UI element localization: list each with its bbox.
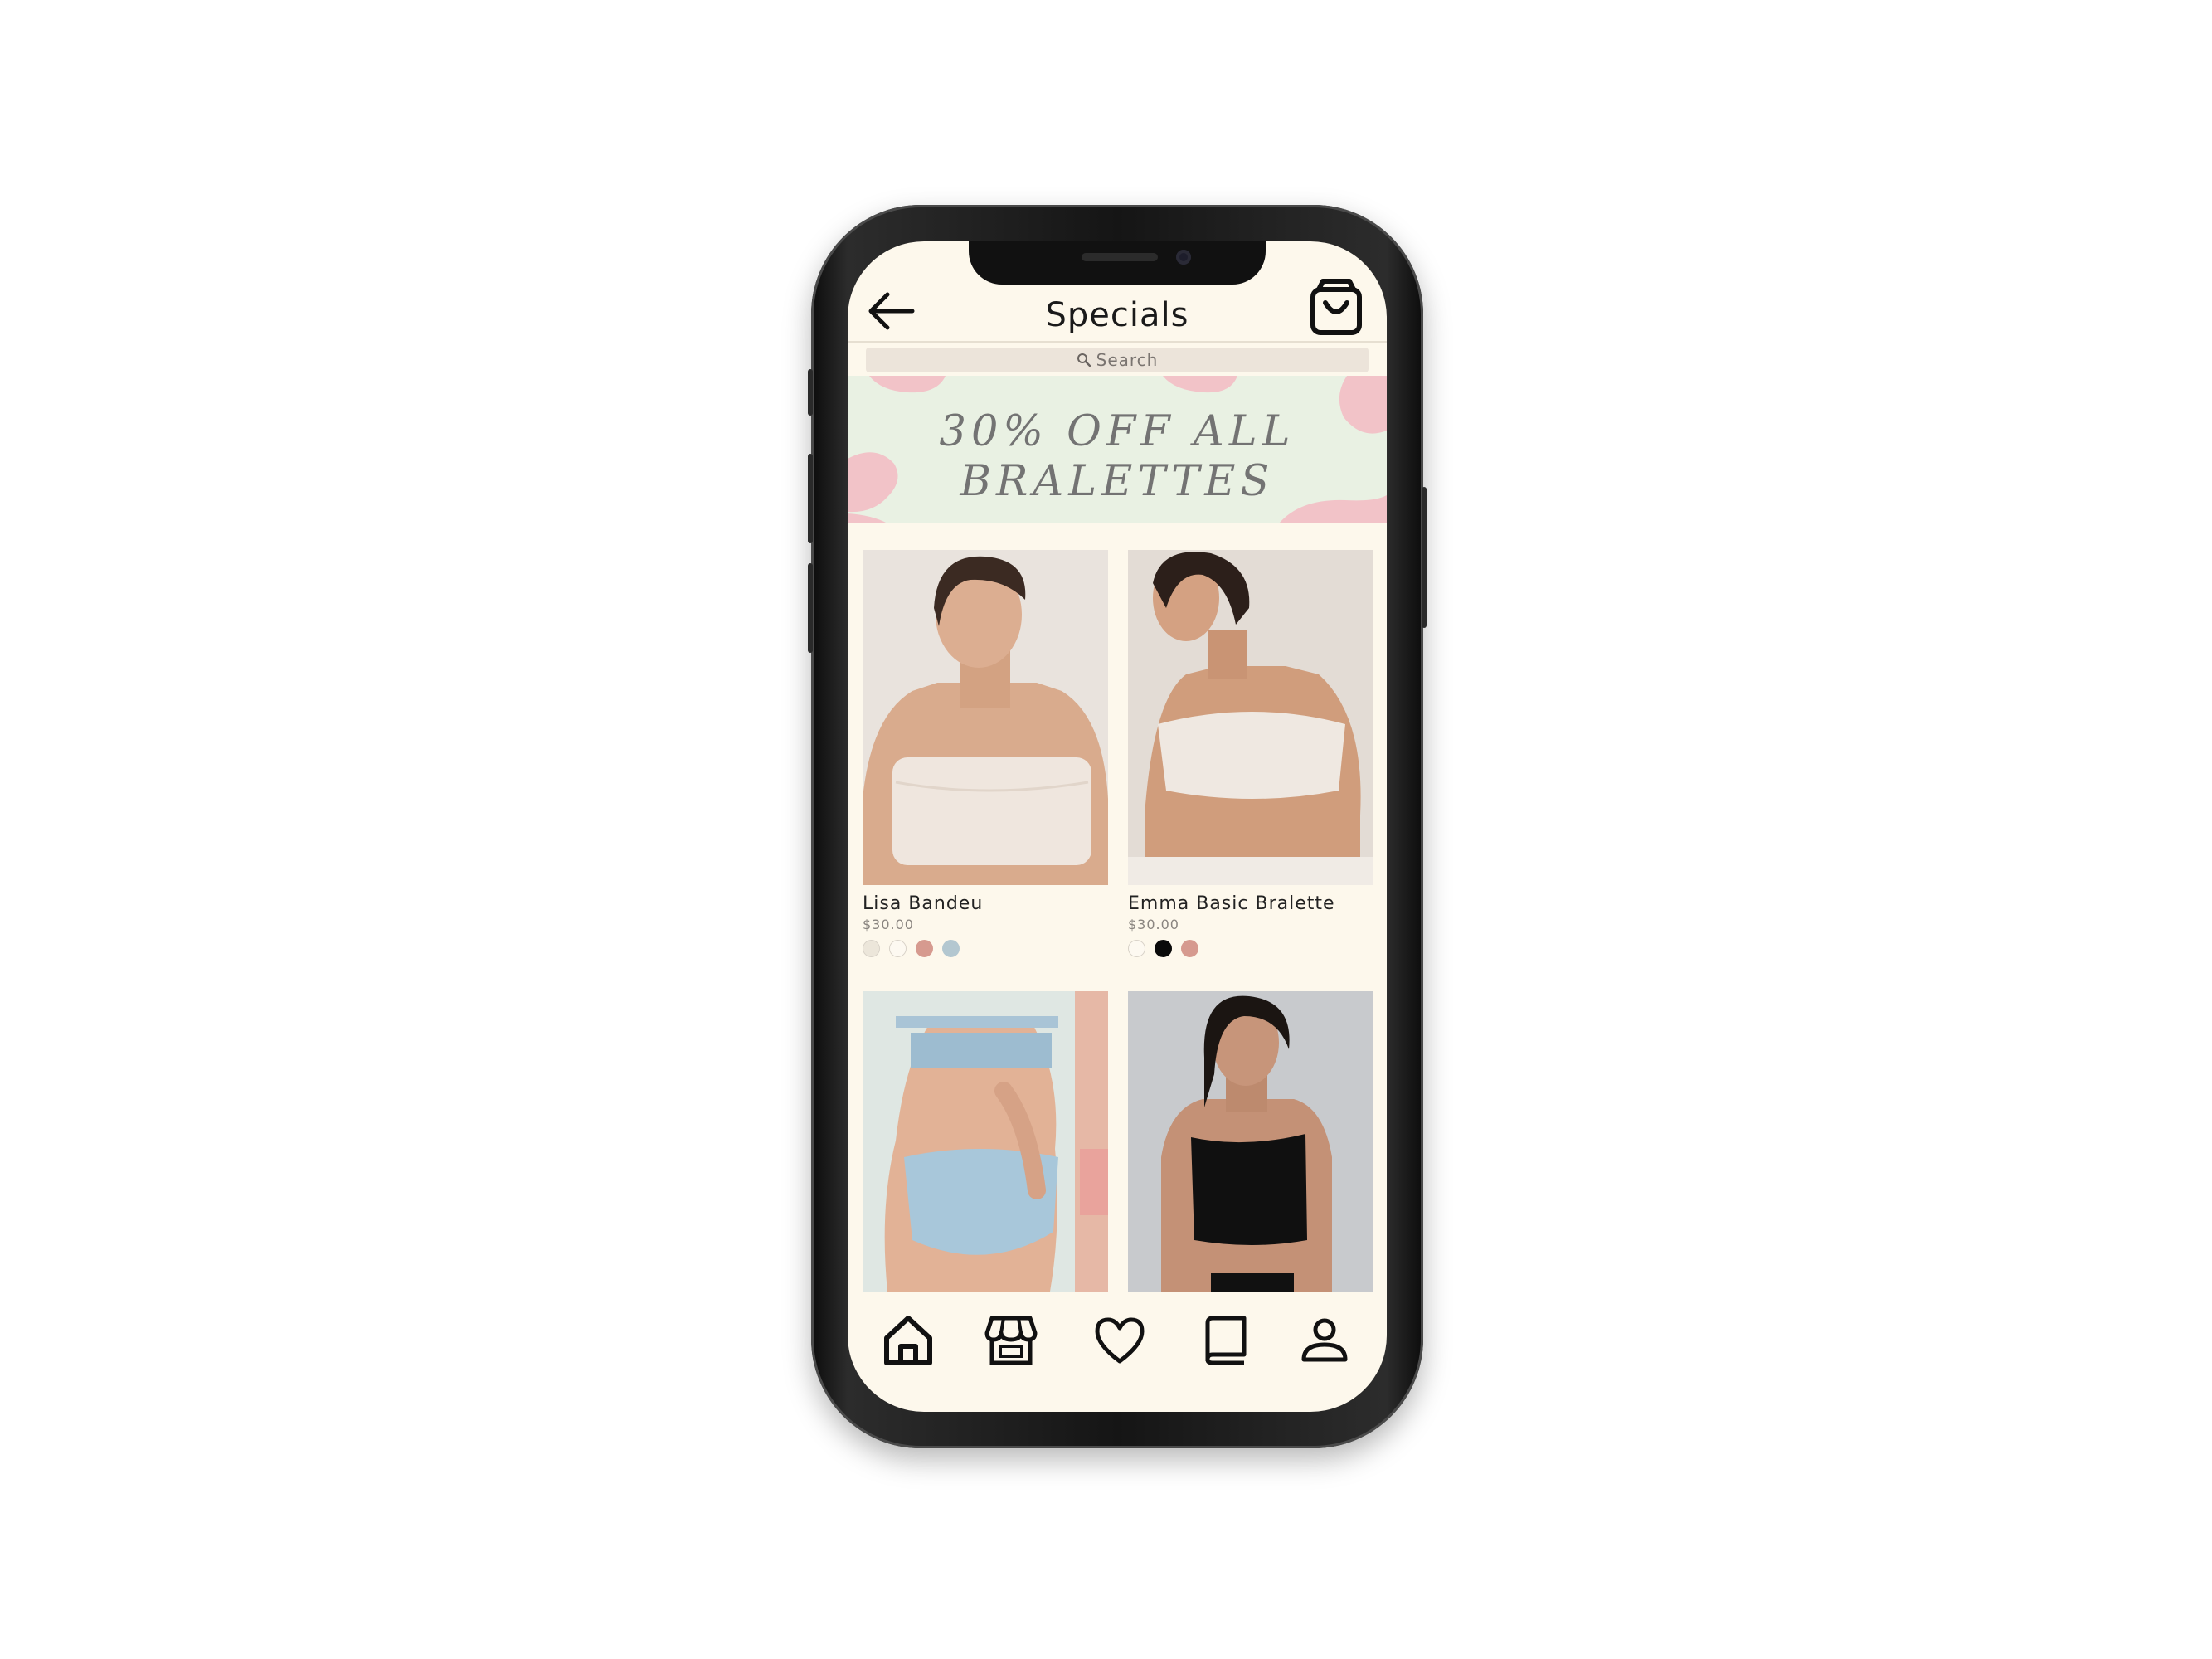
- heart-icon: [1095, 1317, 1145, 1364]
- app-screen: Specials Search 30% OFF ALL BRALETTES Li…: [848, 241, 1387, 1412]
- shopping-bag-button[interactable]: [1309, 278, 1364, 336]
- profile-icon: [1301, 1318, 1348, 1362]
- swatch-rose[interactable]: [916, 940, 933, 957]
- product-image[interactable]: [863, 550, 1108, 885]
- volume-down-button: [808, 563, 813, 653]
- notch: [969, 241, 1266, 285]
- volume-up-button: [808, 454, 813, 543]
- color-swatches: [863, 940, 960, 957]
- mute-switch: [808, 369, 813, 416]
- model-photo-bandeau: [863, 550, 1108, 885]
- swatch-rose[interactable]: [1181, 940, 1198, 957]
- product-image[interactable]: [863, 991, 1108, 1292]
- home-icon: [884, 1316, 932, 1365]
- nav-home-button[interactable]: [879, 1311, 937, 1370]
- search-placeholder: Search: [1096, 350, 1159, 370]
- shopping-bag-icon: [1310, 279, 1362, 335]
- banner-line-2: BRALETTES: [960, 457, 1275, 506]
- front-camera: [1176, 250, 1191, 265]
- phone-frame: Specials Search 30% OFF ALL BRALETTES Li…: [808, 205, 1427, 1448]
- product-image[interactable]: [1128, 991, 1373, 1292]
- swatch-beige[interactable]: [863, 940, 880, 957]
- search-bar[interactable]: Search: [866, 348, 1369, 372]
- search-icon: [1077, 353, 1091, 367]
- product-name[interactable]: Lisa Bandeu: [863, 893, 983, 914]
- nav-shop-button[interactable]: [982, 1311, 1040, 1370]
- model-photo-black-cami: [1128, 991, 1373, 1292]
- product-image[interactable]: [1128, 550, 1373, 885]
- swatch-white[interactable]: [1128, 940, 1145, 957]
- swatch-white[interactable]: [889, 940, 907, 957]
- promo-banner[interactable]: 30% OFF ALL BRALETTES: [848, 376, 1387, 523]
- book-icon: [1205, 1316, 1247, 1365]
- banner-line-1: 30% OFF ALL: [939, 407, 1296, 456]
- nav-favorites-button[interactable]: [1091, 1311, 1149, 1370]
- nav-catalog-button[interactable]: [1196, 1311, 1254, 1370]
- model-photo-bralette: [1128, 550, 1373, 885]
- product-price: $30.00: [863, 917, 914, 932]
- swatch-blue[interactable]: [942, 940, 960, 957]
- store-icon: [984, 1316, 1038, 1365]
- nav-profile-button[interactable]: [1296, 1311, 1354, 1370]
- product-name[interactable]: Emma Basic Bralette: [1128, 893, 1335, 914]
- model-photo-blue-set: [863, 991, 1108, 1292]
- swatch-black[interactable]: [1155, 940, 1172, 957]
- power-button: [1422, 487, 1427, 628]
- speaker-grille: [1082, 253, 1158, 261]
- bottom-navigation: [848, 1311, 1387, 1411]
- header-divider: [848, 341, 1387, 343]
- color-swatches: [1128, 940, 1198, 957]
- banner-headline: 30% OFF ALL BRALETTES: [848, 407, 1387, 507]
- product-price: $30.00: [1128, 917, 1179, 932]
- page-title: Specials: [1045, 296, 1189, 334]
